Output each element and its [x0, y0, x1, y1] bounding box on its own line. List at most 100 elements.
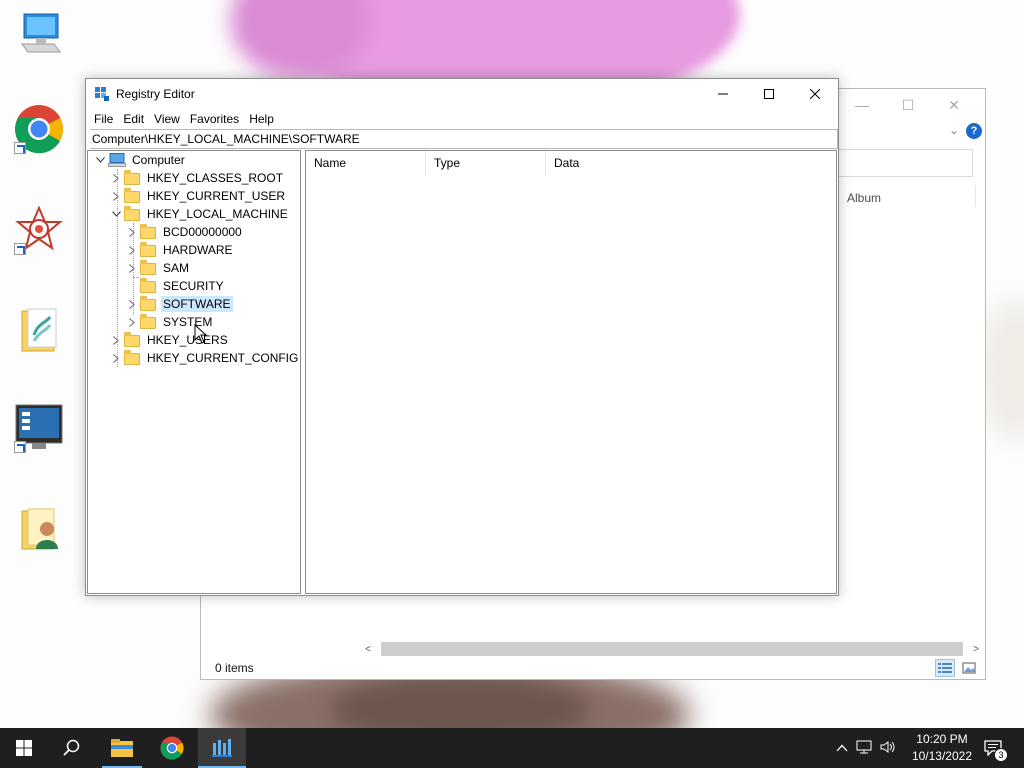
- chrome-taskbar-button[interactable]: [148, 728, 196, 768]
- maximize-icon: [764, 89, 774, 99]
- file-folder-icon[interactable]: [14, 305, 64, 355]
- chevron-right-icon[interactable]: [124, 313, 140, 331]
- tree-item-hkey-classes-root[interactable]: HKEY_CLASSES_ROOT: [108, 169, 285, 187]
- registry-editor-icon: [95, 87, 109, 101]
- maximize-icon[interactable]: ☐: [885, 95, 931, 115]
- notification-count-badge: 3: [994, 748, 1008, 762]
- taskbar-clock[interactable]: 10:20 PM 10/13/2022: [912, 731, 972, 765]
- action-center-button[interactable]: 3: [974, 728, 1012, 768]
- user-folder-icon[interactable]: [14, 505, 64, 555]
- mouse-cursor-icon: [194, 324, 208, 344]
- minimize-icon[interactable]: —: [839, 95, 885, 115]
- volume-icon[interactable]: [880, 740, 896, 757]
- chevron-right-icon[interactable]: [124, 223, 140, 241]
- app-shortcut-icon[interactable]: [14, 205, 64, 255]
- folder-icon: [140, 296, 156, 311]
- title-bar[interactable]: Registry Editor: [86, 79, 838, 109]
- chevron-right-icon[interactable]: [124, 295, 140, 313]
- horizontal-scrollbar[interactable]: < >: [363, 641, 981, 657]
- tree-item-software[interactable]: SOFTWARE: [124, 295, 233, 313]
- close-button[interactable]: [792, 79, 838, 109]
- column-header-name[interactable]: Name: [306, 151, 426, 175]
- folder-icon: [124, 170, 140, 185]
- tree-item-label: BCD00000000: [163, 225, 242, 239]
- chevron-right-icon[interactable]: [108, 349, 124, 367]
- scroll-left-icon[interactable]: <: [363, 644, 373, 655]
- menu-favorites[interactable]: Favorites: [186, 112, 245, 126]
- column-divider: [975, 185, 976, 207]
- menu-file[interactable]: File: [90, 112, 119, 126]
- scrollbar-thumb[interactable]: [381, 642, 963, 656]
- tree-item-hkey-current-config[interactable]: HKEY_CURRENT_CONFIG: [108, 349, 300, 367]
- tree-item-hardware[interactable]: HARDWARE: [124, 241, 235, 259]
- tree-item-hkey-current-user[interactable]: HKEY_CURRENT_USER: [108, 187, 287, 205]
- this-pc-icon[interactable]: [14, 10, 64, 60]
- chevron-right-icon[interactable]: [108, 331, 124, 349]
- folder-icon: [124, 350, 140, 365]
- chevron-up-icon[interactable]: [836, 741, 848, 755]
- chevron-right-icon[interactable]: [124, 259, 140, 277]
- chevron-right-icon[interactable]: [108, 169, 124, 187]
- window-controls: [700, 79, 838, 109]
- menu-bar: File Edit View Favorites Help: [86, 109, 838, 129]
- column-header-type[interactable]: Type: [426, 151, 546, 175]
- tree-item-security[interactable]: SECURITY: [124, 277, 226, 295]
- windows-logo-icon: [16, 740, 32, 756]
- file-explorer-icon: [111, 739, 133, 757]
- registry-editor-icon: [212, 739, 232, 757]
- computer-icon: [108, 153, 126, 167]
- folder-icon: [124, 332, 140, 347]
- start-button[interactable]: [0, 728, 48, 768]
- close-icon[interactable]: ✕: [931, 95, 977, 115]
- chrome-shortcut-icon[interactable]: [14, 104, 64, 154]
- tree-item-bcd00000000[interactable]: BCD00000000: [124, 223, 244, 241]
- tree-item-label: HKEY_CLASSES_ROOT: [147, 171, 284, 185]
- search-icon: [63, 739, 80, 756]
- tree-item-label: HARDWARE: [163, 243, 233, 257]
- tree-item-label: HKEY_CURRENT_CONFIG: [147, 351, 299, 365]
- tree-item-label: HKEY_USERS: [147, 333, 228, 347]
- column-header-data[interactable]: Data: [546, 151, 830, 175]
- menu-view[interactable]: View: [150, 112, 186, 126]
- tree-item-hkey-local-machine[interactable]: HKEY_LOCAL_MACHINE: [108, 205, 290, 223]
- chevron-down-icon[interactable]: ⌄: [949, 123, 959, 137]
- minimize-button[interactable]: [700, 79, 746, 109]
- folder-icon: [140, 224, 156, 239]
- file-explorer-taskbar-button[interactable]: [98, 728, 146, 768]
- remote-desktop-icon[interactable]: [14, 403, 64, 453]
- details-view-icon[interactable]: [935, 659, 955, 677]
- values-list[interactable]: Name Type Data: [305, 150, 837, 594]
- clock-date: 10/13/2022: [911, 749, 972, 763]
- large-icons-view-icon[interactable]: [959, 659, 979, 677]
- search-input[interactable]: [833, 149, 973, 177]
- menu-help[interactable]: Help: [245, 112, 280, 126]
- chevron-right-icon[interactable]: [124, 241, 140, 259]
- scroll-right-icon[interactable]: >: [971, 644, 981, 655]
- window-title: Registry Editor: [116, 87, 195, 101]
- folder-icon: [140, 278, 156, 293]
- search-button[interactable]: [48, 728, 96, 768]
- close-icon: [810, 89, 820, 99]
- maximize-button[interactable]: [746, 79, 792, 109]
- bg-window-controls: — ☐ ✕: [839, 95, 977, 115]
- tree-item-computer[interactable]: Computer: [92, 151, 187, 169]
- menu-edit[interactable]: Edit: [119, 112, 150, 126]
- view-mode-buttons: [935, 659, 979, 677]
- network-icon[interactable]: [856, 740, 872, 757]
- address-bar[interactable]: Computer\HKEY_LOCAL_MACHINE\SOFTWARE: [90, 129, 838, 149]
- tree-item-label: HKEY_CURRENT_USER: [147, 189, 286, 203]
- tree-item-sam[interactable]: SAM: [124, 259, 191, 277]
- registry-editor-taskbar-button[interactable]: [198, 728, 246, 768]
- help-icon[interactable]: ?: [966, 123, 982, 139]
- editor-panes: Computer HKEY_CLASSES_ROOT HKEY_CURRENT_…: [87, 150, 837, 594]
- column-header-album[interactable]: Album: [847, 191, 881, 205]
- chevron-down-icon[interactable]: [92, 151, 108, 169]
- registry-tree[interactable]: Computer HKEY_CLASSES_ROOT HKEY_CURRENT_…: [87, 150, 301, 594]
- tree-item-label: Computer: [132, 153, 185, 167]
- system-tray: [836, 728, 896, 768]
- chevron-down-icon[interactable]: [108, 205, 124, 223]
- chevron-right-icon[interactable]: [108, 187, 124, 205]
- tree-item-hkey-users[interactable]: HKEY_USERS: [108, 331, 230, 349]
- taskbar: 10:20 PM 10/13/2022 3: [0, 728, 1024, 768]
